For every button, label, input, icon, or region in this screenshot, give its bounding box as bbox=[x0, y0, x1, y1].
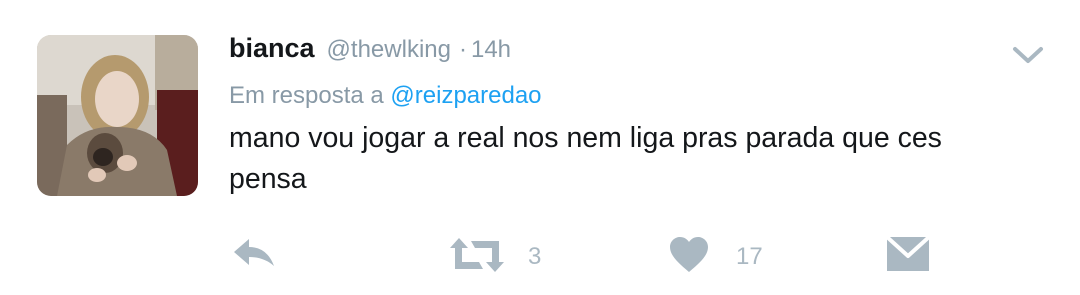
reply-context: Em resposta a @reizparedao bbox=[229, 82, 542, 110]
author-name[interactable]: bianca bbox=[229, 33, 315, 64]
like-count: 17 bbox=[736, 243, 763, 270]
timestamp[interactable]: 14h bbox=[471, 36, 511, 64]
reply-button[interactable] bbox=[231, 236, 277, 274]
retweet-button[interactable] bbox=[449, 236, 505, 274]
retweet-count: 3 bbox=[528, 243, 542, 270]
tweet-card[interactable]: bianca @thewlking · 14h Em resposta a @r… bbox=[0, 0, 1080, 295]
like-button[interactable] bbox=[669, 236, 709, 274]
heart-icon bbox=[670, 237, 708, 272]
avatar-photo bbox=[37, 35, 198, 196]
reply-arrow-icon bbox=[234, 239, 274, 266]
tweet-header: bianca @thewlking · 14h bbox=[229, 33, 511, 69]
direct-message-button[interactable] bbox=[885, 235, 931, 272]
reply-prefix: Em resposta a bbox=[229, 82, 384, 109]
tweet-text: mano vou jogar a real nos nem liga pras … bbox=[229, 122, 942, 195]
reply-to-link[interactable]: @reizparedao bbox=[390, 82, 541, 109]
avatar[interactable] bbox=[37, 35, 198, 196]
separator-dot: · bbox=[458, 36, 467, 63]
retweet-icon bbox=[450, 238, 504, 272]
author-handle[interactable]: @thewlking bbox=[327, 36, 451, 64]
envelope-icon bbox=[885, 235, 931, 271]
chevron-down-icon[interactable] bbox=[1010, 42, 1046, 68]
